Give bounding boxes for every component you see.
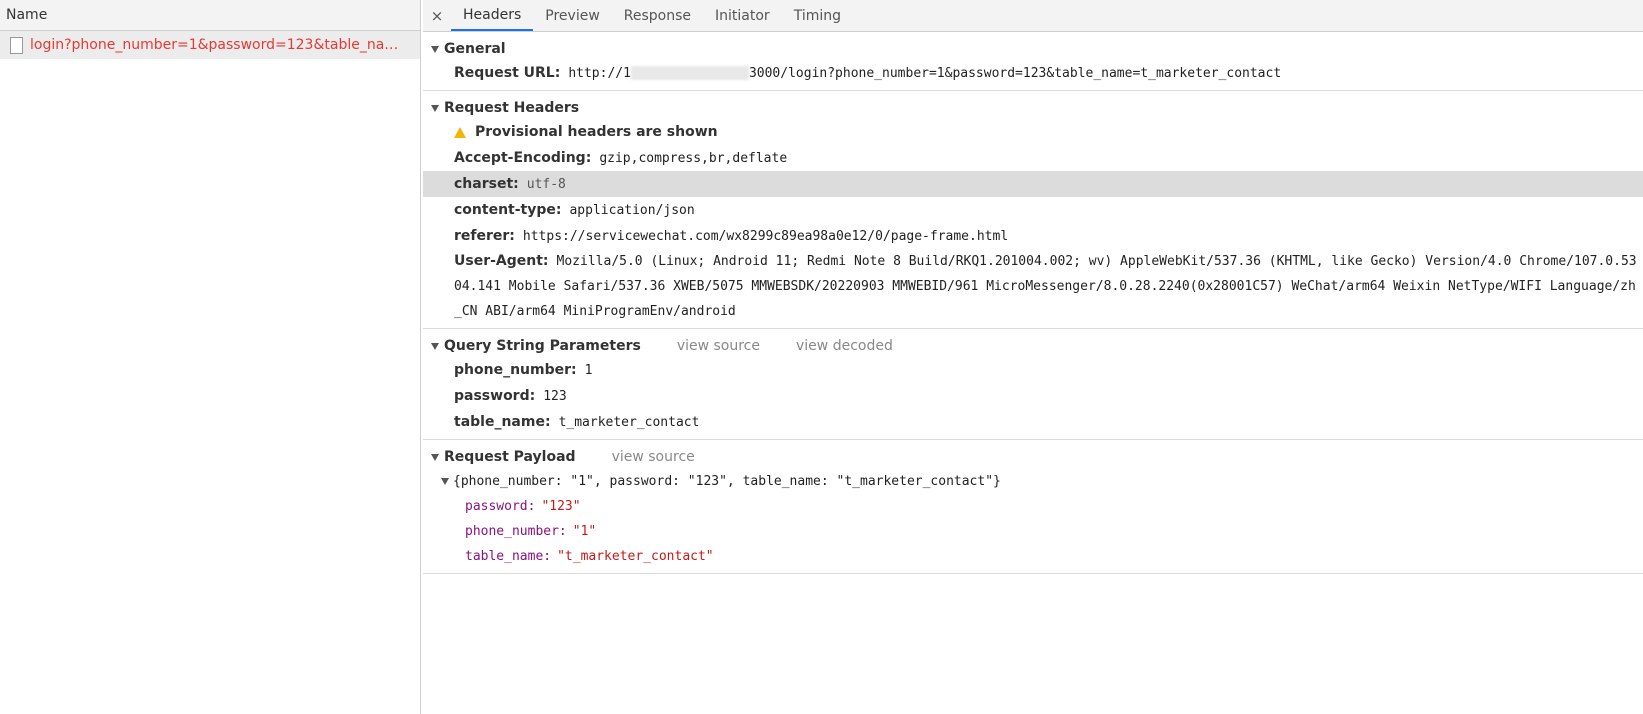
name-column-header[interactable]: Name <box>0 0 420 31</box>
collapse-triangle-icon <box>431 342 439 350</box>
request-name: login?phone_number=1&password=123&table_… <box>30 37 410 53</box>
header-key: content-type: <box>454 202 562 218</box>
property-key: phone_number: <box>465 524 567 539</box>
header-key: charset: <box>454 176 519 192</box>
collapse-triangle-icon <box>431 104 439 112</box>
param-value: t_marketer_contact <box>558 414 700 430</box>
view-decoded-link[interactable]: view decoded <box>796 338 893 354</box>
redacted-host <box>630 66 749 80</box>
tab-response[interactable]: Response <box>612 0 703 31</box>
param-key: password: <box>454 388 536 404</box>
header-value: application/json <box>569 202 695 218</box>
details-tab-bar: × Headers Preview Response Initiator Tim… <box>423 0 1643 32</box>
request-details-panel: × Headers Preview Response Initiator Tim… <box>423 0 1643 714</box>
payload-view-source-link[interactable]: view source <box>612 449 695 465</box>
param-value: 123 <box>543 388 567 404</box>
payload-header[interactable]: Request Payload view source <box>423 446 1643 468</box>
property-key: password: <box>465 499 536 514</box>
tab-preview[interactable]: Preview <box>533 0 612 31</box>
query-params-section: Query String Parameters view source view… <box>423 329 1643 440</box>
query-params-header[interactable]: Query String Parameters view source view… <box>423 335 1643 357</box>
close-icon[interactable]: × <box>423 0 451 31</box>
request-url-label: Request URL: <box>454 65 561 81</box>
tab-headers[interactable]: Headers <box>451 0 534 31</box>
payload-property: phone_number: "1" <box>423 519 1643 544</box>
request-url-row: Request URL: http://1 3000/login?phone_n… <box>423 60 1643 86</box>
payload-object-root[interactable]: {phone_number: "1", password: "123", tab… <box>423 468 1643 494</box>
query-param-row: table_name: t_marketer_contact <box>423 409 1643 435</box>
request-headers-section: Request Headers Provisional headers are … <box>423 91 1643 329</box>
request-url-suffix: 3000/login?phone_number=1&password=123&t… <box>748 65 1282 81</box>
header-row-content-type: content-type: application/json <box>423 197 1643 223</box>
request-row[interactable]: login?phone_number=1&password=123&table_… <box>0 31 420 59</box>
general-section-header[interactable]: General <box>423 38 1643 60</box>
header-row-charset: charset: utf-8 <box>423 171 1643 197</box>
payload-object-summary: {phone_number: "1", password: "123", tab… <box>453 473 1001 489</box>
warning-icon <box>454 126 466 138</box>
general-title: General <box>444 41 506 57</box>
general-section: General Request URL: http://1 3000/login… <box>423 32 1643 91</box>
property-key: table_name: <box>465 549 552 564</box>
header-row-user-agent: User-Agent: Mozilla/5.0 (Linux; Android 1… <box>423 249 1643 324</box>
header-key: referer: <box>454 228 515 244</box>
request-url-prefix: http://1 <box>568 65 631 81</box>
header-value: utf-8 <box>526 176 566 192</box>
query-params-title: Query String Parameters <box>444 338 641 354</box>
header-value: https://servicewechat.com/wx8299c89ea98a… <box>522 228 1009 244</box>
payload-property: table_name: "t_marketer_contact" <box>423 544 1643 569</box>
file-icon <box>10 36 23 54</box>
header-value: Mozilla/5.0 (Linux; Android 11; Redmi No… <box>454 254 1637 319</box>
header-row-referer: referer: https://servicewechat.com/wx829… <box>423 223 1643 249</box>
collapse-triangle-icon <box>431 45 439 53</box>
tab-initiator[interactable]: Initiator <box>703 0 782 31</box>
param-value: 1 <box>584 362 593 378</box>
collapse-triangle-icon <box>431 453 439 461</box>
property-value: "123" <box>541 499 581 514</box>
expand-triangle-icon <box>441 477 449 485</box>
view-source-link[interactable]: view source <box>677 338 760 354</box>
payload-property: password: "123" <box>423 494 1643 519</box>
query-param-row: phone_number: 1 <box>423 357 1643 383</box>
name-column-label: Name <box>6 7 48 23</box>
request-headers-header[interactable]: Request Headers <box>423 97 1643 119</box>
query-param-row: password: 123 <box>423 383 1643 409</box>
header-row-accept-encoding: Accept-Encoding: gzip,compress,br,deflat… <box>423 145 1643 171</box>
request-headers-title: Request Headers <box>444 100 580 116</box>
property-value: "t_marketer_contact" <box>557 549 714 564</box>
header-key: Accept-Encoding: <box>454 150 592 166</box>
property-value: "1" <box>572 524 597 539</box>
provisional-warning-text: Provisional headers are shown <box>475 124 718 140</box>
header-value: gzip,compress,br,deflate <box>599 150 788 166</box>
header-key: User-Agent: <box>454 253 549 269</box>
provisional-warning: Provisional headers are shown <box>423 119 1643 145</box>
param-key: phone_number: <box>454 362 577 378</box>
param-key: table_name: <box>454 414 551 430</box>
request-list-panel: Name login?phone_number=1&password=123&t… <box>0 0 421 714</box>
payload-title: Request Payload <box>444 449 576 465</box>
payload-section: Request Payload view source {phone_numbe… <box>423 440 1643 574</box>
tab-timing[interactable]: Timing <box>782 0 853 31</box>
